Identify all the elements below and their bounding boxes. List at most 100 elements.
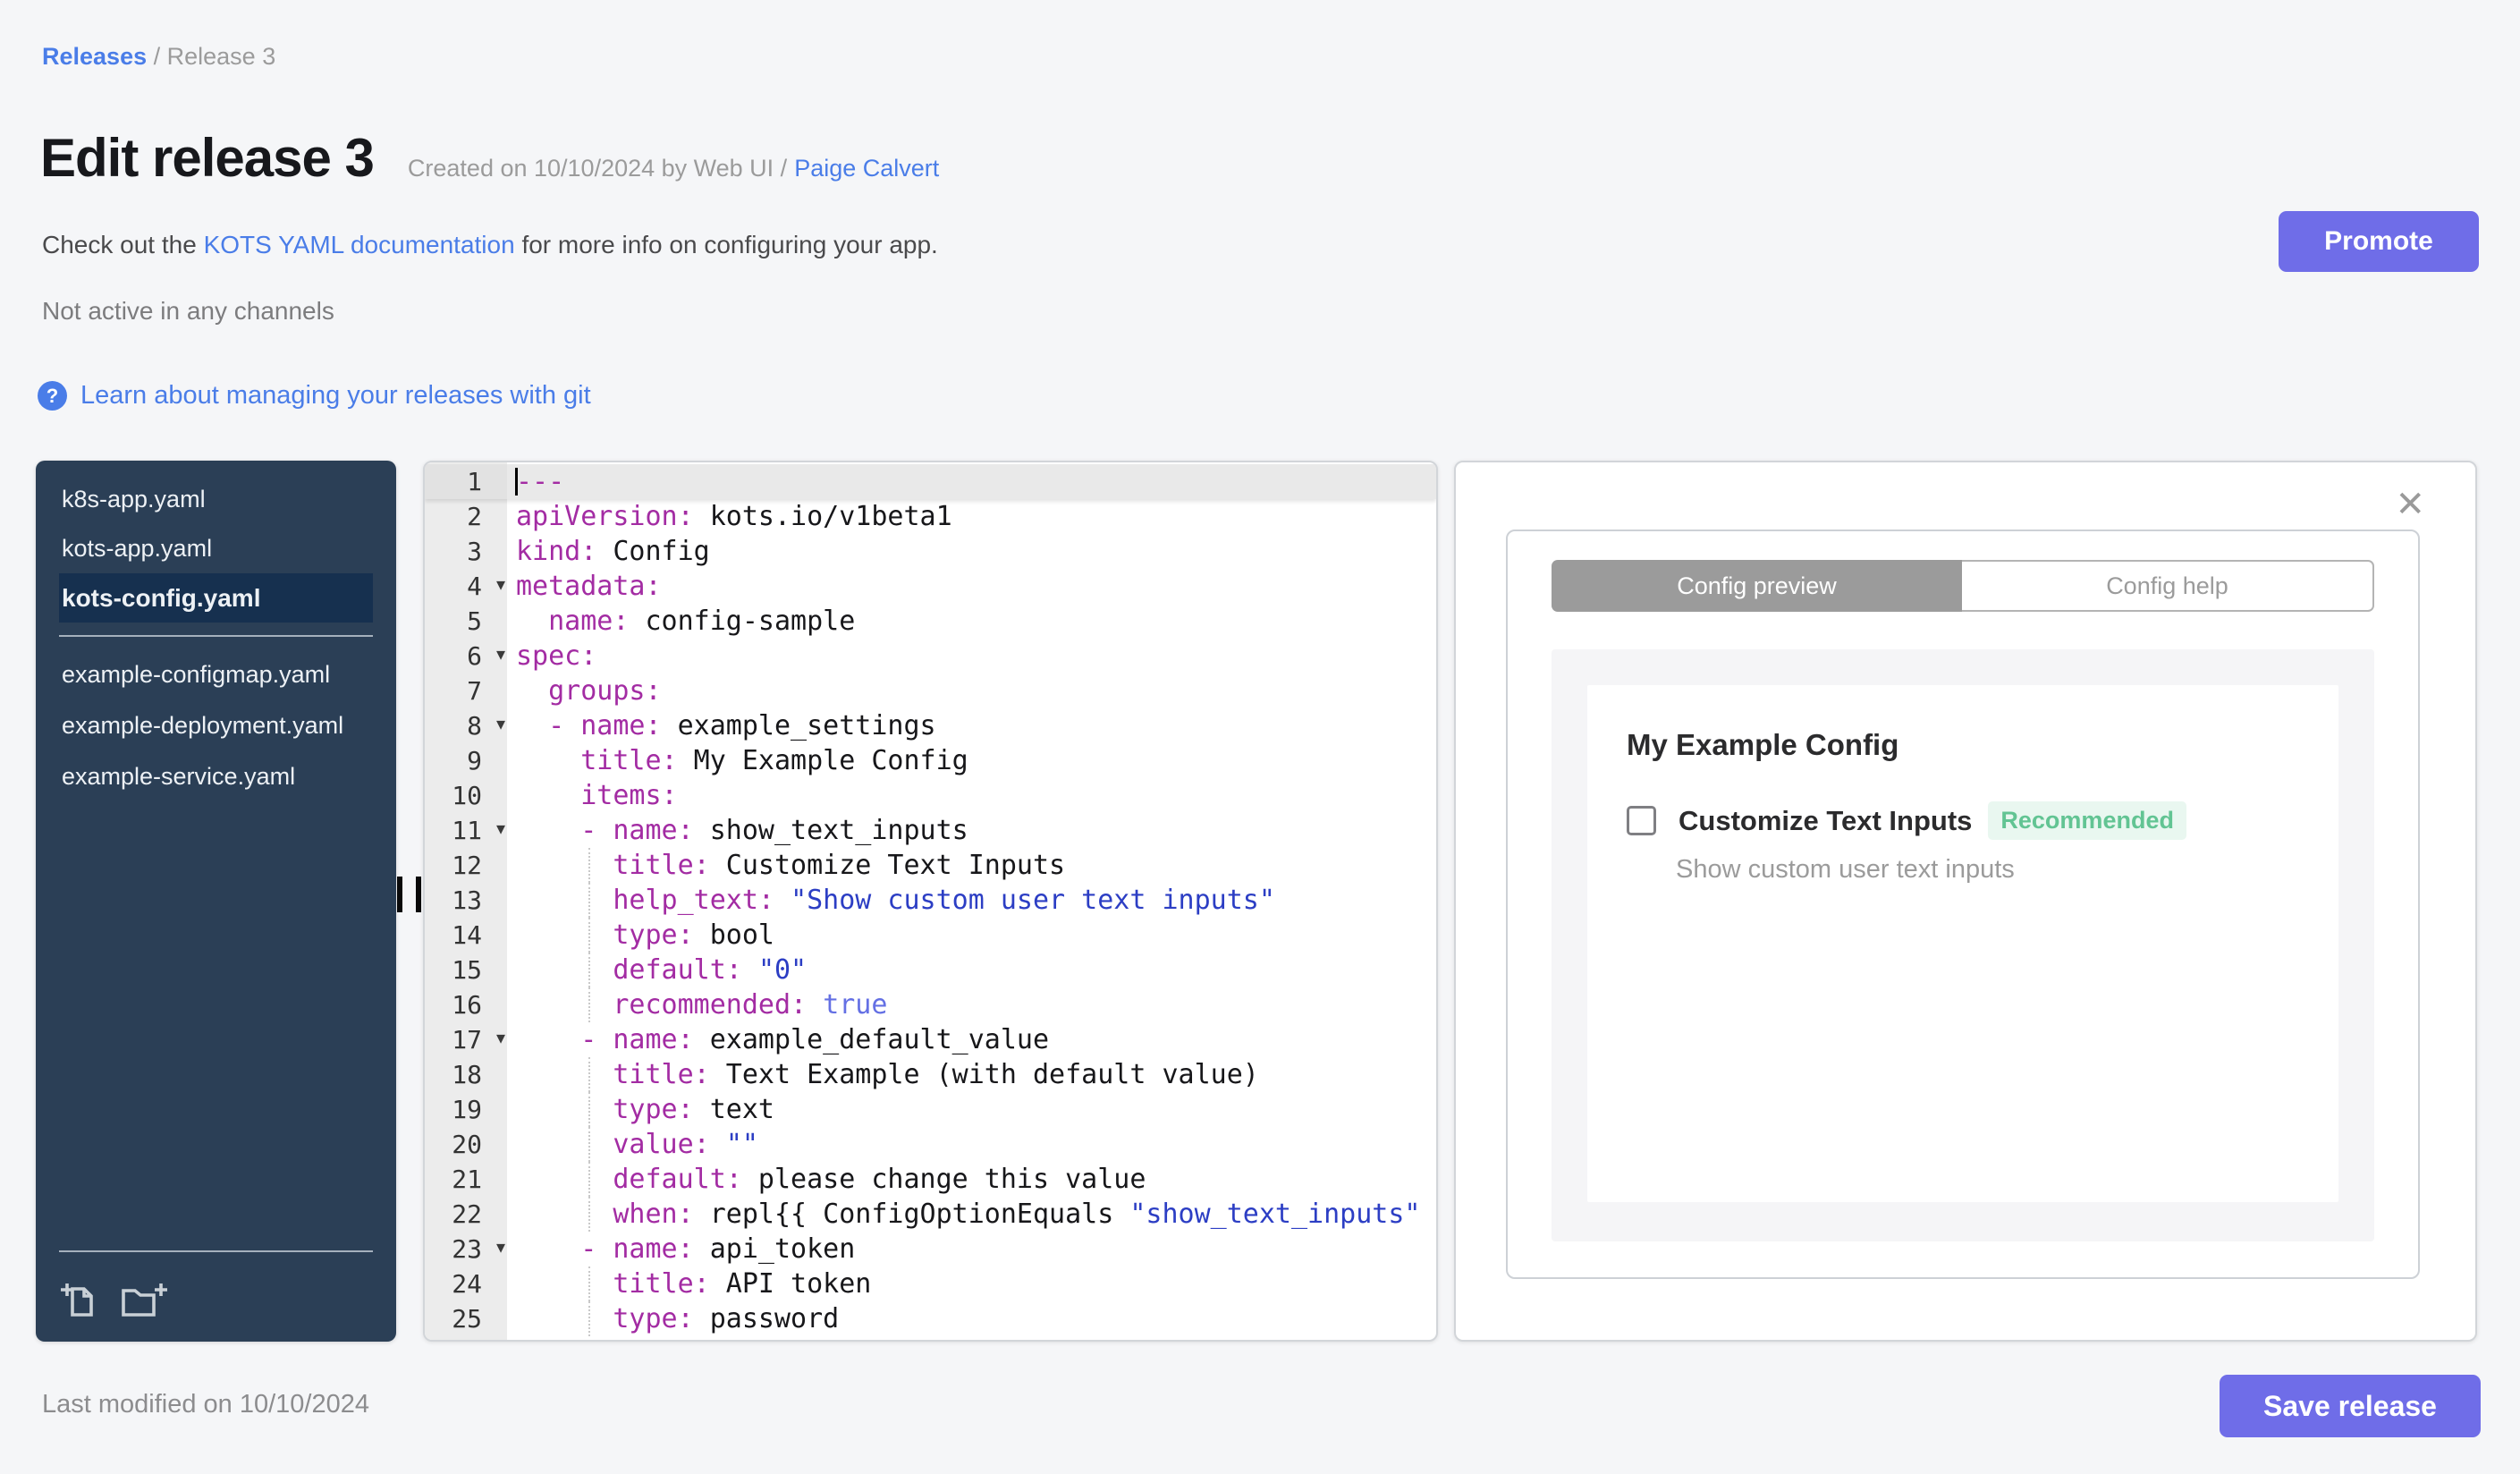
code-line-9[interactable]: 9 title: My Example Config: [425, 743, 1436, 778]
code-line-23[interactable]: 23 ▾ - name: api_token: [425, 1232, 1436, 1266]
code-line-21[interactable]: 21 default: please change this value: [425, 1162, 1436, 1197]
code-line-14[interactable]: 14 type: bool: [425, 918, 1436, 953]
line-number: 16: [452, 990, 482, 1020]
file-item-k8s-app-yaml[interactable]: k8s-app.yaml: [59, 475, 373, 524]
editor-content[interactable]: 1 --- 2 apiVersion: kots.io/v1beta1 3 kind: C…: [425, 464, 1436, 1336]
intro-post: for more info on configuring your app.: [514, 231, 938, 258]
code-line-8[interactable]: 8 ▾ - name: example_settings: [425, 708, 1436, 743]
recommended-badge: Recommended: [1988, 801, 2186, 840]
line-number: 23 ▾: [425, 1232, 507, 1266]
tab-config-preview[interactable]: Config preview: [1552, 560, 1962, 612]
file-item-example-deployment-yaml[interactable]: example-deployment.yaml: [59, 700, 373, 751]
line-text: apiVersion: kots.io/v1beta1: [516, 501, 952, 532]
question-mark-icon: ?: [38, 381, 67, 411]
code-line-25[interactable]: 25 type: password: [425, 1301, 1436, 1336]
promote-button[interactable]: Promote: [2279, 211, 2479, 272]
code-line-1[interactable]: 1 ---: [425, 464, 1436, 499]
channel-status: Not active in any channels: [42, 297, 334, 325]
code-line-13[interactable]: 13 help_text: "Show custom user text inp…: [425, 883, 1436, 918]
code-line-3[interactable]: 3 kind: Config: [425, 534, 1436, 569]
code-line-2[interactable]: 2 apiVersion: kots.io/v1beta1: [425, 499, 1436, 534]
code-line-15[interactable]: 15 default: "0": [425, 953, 1436, 987]
intro-pre: Check out the: [42, 231, 204, 258]
save-release-button[interactable]: Save release: [2220, 1375, 2481, 1437]
code-line-4[interactable]: 4 ▾ metadata:: [425, 569, 1436, 604]
git-help-link[interactable]: Learn about managing your releases with …: [80, 381, 591, 411]
line-number: 5: [467, 606, 482, 636]
file-item-kots-config-yaml[interactable]: kots-config.yaml: [59, 573, 373, 623]
line-text: type: password: [613, 1303, 840, 1334]
title-row: Edit release 3 Created on 10/10/2024 by …: [40, 127, 939, 189]
breadcrumb-current: Release 3: [166, 43, 276, 70]
file-item-example-service-yaml[interactable]: example-service.yaml: [59, 751, 373, 802]
line-text: help_text: "Show custom user text inputs…: [613, 885, 1275, 916]
sidebar-divider: [59, 635, 373, 637]
config-item-row: Customize Text Inputs Recommended: [1627, 801, 2299, 840]
fold-arrow-icon[interactable]: ▾: [496, 568, 505, 603]
line-number: 1: [425, 464, 507, 499]
code-line-17[interactable]: 17 ▾ - name: example_default_value: [425, 1022, 1436, 1057]
config-preview-box: Config preview Config help My Example Con…: [1506, 529, 2420, 1279]
add-file-button[interactable]: [59, 1281, 98, 1320]
file-item-example-configmap-yaml[interactable]: example-configmap.yaml: [59, 649, 373, 700]
file-plus-icon: [59, 1281, 98, 1320]
folder-plus-icon: [120, 1281, 170, 1320]
code-line-22[interactable]: 22 when: repl{{ ConfigOptionEquals "show…: [425, 1197, 1436, 1232]
fold-arrow-icon[interactable]: ▾: [496, 638, 505, 673]
line-number: 19: [452, 1095, 482, 1124]
line-number: 21: [452, 1165, 482, 1194]
line-text: groups:: [548, 675, 662, 707]
line-number: 8 ▾: [425, 708, 507, 743]
code-line-16[interactable]: 16 recommended: true: [425, 987, 1436, 1022]
code-line-20[interactable]: 20 value: "": [425, 1127, 1436, 1162]
fold-arrow-icon[interactable]: ▾: [496, 707, 505, 742]
add-folder-button[interactable]: [120, 1281, 170, 1320]
line-text: title: Customize Text Inputs: [613, 850, 1066, 881]
line-number: 4 ▾: [425, 569, 507, 604]
code-line-10[interactable]: 10 items:: [425, 778, 1436, 813]
line-number: 25: [452, 1304, 482, 1334]
git-help-row: ? Learn about managing your releases wit…: [38, 381, 591, 411]
line-text: when: repl{{ ConfigOptionEquals "show_te…: [613, 1199, 1421, 1230]
line-text: value: "": [613, 1129, 758, 1160]
breadcrumb-releases-link[interactable]: Releases: [42, 43, 147, 70]
line-text: default: "0": [613, 954, 808, 986]
line-number: 22: [452, 1199, 482, 1229]
line-number: 2: [467, 502, 482, 531]
kots-yaml-doc-link[interactable]: KOTS YAML documentation: [204, 231, 515, 258]
code-line-7[interactable]: 7 groups:: [425, 673, 1436, 708]
config-tabs: Config preview Config help: [1552, 560, 2374, 612]
fold-arrow-icon[interactable]: ▾: [496, 812, 505, 847]
code-line-11[interactable]: 11 ▾ - name: show_text_inputs: [425, 813, 1436, 848]
tab-config-help[interactable]: Config help: [1962, 560, 2374, 612]
yaml-editor[interactable]: 1 --- 2 apiVersion: kots.io/v1beta1 3 kind: C…: [423, 461, 1438, 1342]
last-modified-text: Last modified on 10/10/2024: [42, 1390, 369, 1419]
line-number: 17 ▾: [425, 1022, 507, 1057]
config-preview-panel: ✕ Config preview Config help My Example C…: [1454, 461, 2477, 1342]
fold-arrow-icon[interactable]: ▾: [496, 1021, 505, 1056]
line-text: title: My Example Config: [580, 745, 968, 776]
code-line-6[interactable]: 6 ▾ spec:: [425, 639, 1436, 673]
code-line-24[interactable]: 24 title: API token: [425, 1266, 1436, 1301]
line-number: 3: [467, 537, 482, 566]
code-line-12[interactable]: 12 title: Customize Text Inputs: [425, 848, 1436, 883]
config-item-help-text: Show custom user text inputs: [1676, 855, 2015, 884]
code-line-5[interactable]: 5 name: config-sample: [425, 604, 1436, 639]
sidebar-resize-handle[interactable]: [396, 877, 423, 912]
line-number: 13: [452, 885, 482, 915]
file-item-kots-app-yaml[interactable]: kots-app.yaml: [59, 524, 373, 573]
breadcrumb: Releases / Release 3: [42, 43, 275, 71]
author-link[interactable]: Paige Calvert: [794, 155, 939, 182]
customize-text-inputs-checkbox[interactable]: [1627, 806, 1656, 835]
line-number: 14: [452, 920, 482, 950]
config-preview-card: My Example Config Customize Text Inputs …: [1587, 685, 2338, 1202]
line-number: 6 ▾: [425, 639, 507, 673]
config-preview-area: My Example Config Customize Text Inputs …: [1552, 649, 2374, 1241]
code-line-19[interactable]: 19 type: text: [425, 1092, 1436, 1127]
fold-arrow-icon[interactable]: ▾: [496, 1231, 505, 1266]
intro-text: Check out the KOTS YAML documentation fo…: [42, 231, 938, 259]
close-icon[interactable]: ✕: [2389, 486, 2431, 523]
line-text: metadata:: [516, 571, 662, 602]
code-line-18[interactable]: 18 title: Text Example (with default val…: [425, 1057, 1436, 1092]
file-sidebar: k8s-app.yaml kots-app.yaml kots-config.yam…: [36, 461, 396, 1342]
